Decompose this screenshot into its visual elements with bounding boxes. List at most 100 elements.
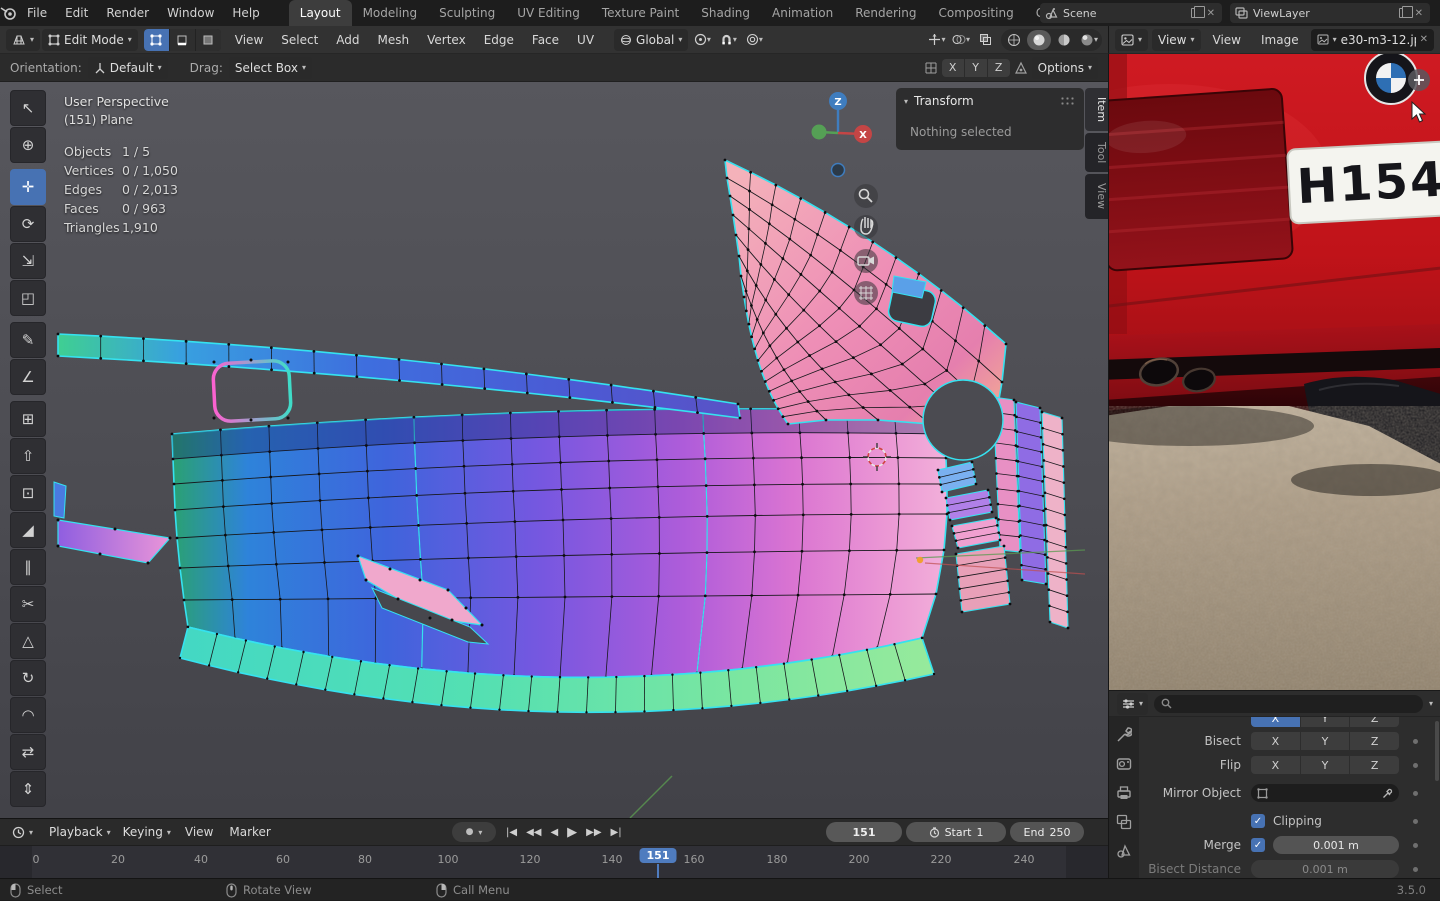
properties-search-field[interactable] bbox=[1154, 694, 1423, 713]
transform-panel-header[interactable]: ▾ Transform bbox=[896, 88, 1084, 114]
menu-help[interactable]: Help bbox=[223, 0, 268, 26]
playhead-badge[interactable]: 151 bbox=[639, 848, 677, 863]
tool-move[interactable]: ✛ bbox=[10, 169, 46, 205]
auto-keying-button[interactable]: ● ▾ bbox=[452, 822, 496, 842]
edge-select-button[interactable] bbox=[169, 28, 195, 51]
workspace-tab-compositing[interactable]: Compositing bbox=[927, 0, 1024, 26]
shading-material-button[interactable] bbox=[1052, 30, 1076, 50]
menu-edit[interactable]: Edit bbox=[56, 0, 97, 26]
image-menu-view[interactable]: View bbox=[1205, 26, 1249, 53]
prev-keyframe-button[interactable]: ◀◀ bbox=[526, 827, 541, 838]
workspace-tab-sculpting[interactable]: Sculpting bbox=[428, 0, 506, 26]
keying-menu[interactable]: Keying ▾ bbox=[117, 821, 177, 843]
properties-editor-type-button[interactable]: ▾ bbox=[1117, 692, 1149, 715]
bisect-y-toggle[interactable]: Y bbox=[1300, 732, 1350, 750]
flip-z-toggle[interactable]: Z bbox=[1350, 756, 1399, 774]
workspace-tab-uv-editing[interactable]: UV Editing bbox=[506, 0, 591, 26]
blender-logo-icon[interactable] bbox=[0, 5, 18, 21]
frame-end-field[interactable]: End 250 bbox=[1010, 822, 1084, 842]
scene-tab-icon[interactable] bbox=[1116, 843, 1132, 859]
image-display-mode-dropdown[interactable]: View ▾ bbox=[1152, 28, 1201, 51]
output-tab-icon[interactable] bbox=[1116, 785, 1132, 801]
jump-to-end-button[interactable]: ▶| bbox=[611, 827, 622, 838]
unlink-scene-icon[interactable]: ✕ bbox=[1205, 8, 1217, 19]
workspace-tab-shading[interactable]: Shading bbox=[690, 0, 761, 26]
snap-grid-icon[interactable] bbox=[924, 61, 938, 75]
menu-vertex[interactable]: Vertex bbox=[419, 26, 474, 54]
camera-view-button[interactable] bbox=[854, 249, 878, 273]
tool-select-box[interactable]: ↖ bbox=[10, 90, 46, 126]
bisect-x-toggle[interactable]: X bbox=[1251, 732, 1300, 750]
play-button[interactable]: ▶ bbox=[567, 825, 577, 840]
clipping-checkbox[interactable]: ✓ bbox=[1251, 814, 1265, 828]
shading-rendered-button[interactable]: ▾ bbox=[1077, 30, 1101, 50]
merge-animate-dot[interactable] bbox=[1413, 842, 1418, 848]
shading-wireframe-button[interactable] bbox=[1002, 30, 1026, 50]
tool-loop-cut[interactable]: ∥ bbox=[10, 549, 46, 585]
tool-add-cube[interactable]: ⊞ bbox=[10, 401, 46, 437]
mirror-y-toggle[interactable]: Y bbox=[964, 58, 987, 77]
drag-setting-dropdown[interactable]: Select Box ▾ bbox=[228, 56, 313, 79]
editor-type-button[interactable]: ▾ bbox=[6, 28, 41, 51]
image-datablock-field[interactable]: ▾ e30-m3-12.jpg ✕ bbox=[1310, 28, 1434, 51]
tool-spin[interactable]: ↻ bbox=[10, 660, 46, 696]
menu-render[interactable]: Render bbox=[97, 0, 158, 26]
flip-y-toggle[interactable]: Y bbox=[1300, 756, 1350, 774]
menu-window[interactable]: Window bbox=[158, 0, 223, 26]
orientation-setting-dropdown[interactable]: Default ▾ bbox=[87, 56, 168, 79]
scene-selector[interactable]: Scene ✕ bbox=[1040, 3, 1222, 23]
show-gizmo-dropdown[interactable]: ▾ bbox=[925, 29, 949, 51]
workspace-tab-modeling[interactable]: Modeling bbox=[352, 0, 429, 26]
tool-shrink-fatten[interactable]: ⇕ bbox=[10, 771, 46, 807]
menu-add[interactable]: Add bbox=[328, 26, 367, 54]
tool-tab-icon[interactable] bbox=[1116, 727, 1132, 743]
mode-dropdown[interactable]: Edit Mode ▾ bbox=[42, 28, 138, 51]
mirror-object-field[interactable] bbox=[1251, 784, 1399, 802]
tool-inset-faces[interactable]: ⊡ bbox=[10, 475, 46, 511]
workspace-tab-animation[interactable]: Animation bbox=[761, 0, 844, 26]
remove-viewlayer-icon[interactable]: ✕ bbox=[1413, 8, 1425, 19]
tool-smooth[interactable]: ◠ bbox=[10, 697, 46, 733]
unlink-image-icon[interactable]: ✕ bbox=[1420, 34, 1428, 45]
bisect-distance-field[interactable]: 0.001 m bbox=[1251, 860, 1399, 878]
snap-target-icon[interactable] bbox=[1014, 61, 1028, 75]
eyedropper-icon[interactable] bbox=[1382, 788, 1393, 799]
axis-y-toggle[interactable]: Y bbox=[1300, 717, 1350, 727]
tool-measure[interactable]: ∠ bbox=[10, 359, 46, 395]
current-frame-field[interactable]: 151 bbox=[826, 822, 902, 842]
transform-orientation-dropdown[interactable]: Global ▾ bbox=[614, 28, 689, 51]
ortho-toggle-button[interactable] bbox=[854, 281, 878, 305]
tool-bevel[interactable]: ◢ bbox=[10, 512, 46, 548]
frame-start-field[interactable]: Start 1 bbox=[906, 822, 1006, 842]
tool-knife[interactable]: ✂ bbox=[10, 586, 46, 622]
sidebar-tab-item[interactable]: Item bbox=[1085, 88, 1108, 132]
menu-edge[interactable]: Edge bbox=[476, 26, 522, 54]
overlays-dropdown[interactable]: ▾ bbox=[949, 29, 973, 51]
axis-z-toggle[interactable]: Z bbox=[1350, 717, 1399, 727]
new-viewlayer-icon[interactable] bbox=[1398, 6, 1413, 18]
menu-uv[interactable]: UV bbox=[569, 26, 602, 54]
sidebar-tab-view[interactable]: View bbox=[1085, 174, 1108, 219]
image-menu-image[interactable]: Image bbox=[1253, 26, 1307, 53]
axis-gizmo[interactable]: Z X bbox=[811, 92, 873, 178]
jump-to-start-button[interactable]: |◀ bbox=[506, 827, 517, 838]
mirror-x-toggle[interactable]: X bbox=[941, 58, 964, 77]
mirror-z-toggle[interactable]: Z bbox=[987, 58, 1010, 77]
viewlayer-selector[interactable]: ViewLayer ✕ bbox=[1230, 3, 1430, 23]
tool-rotate[interactable]: ⟳ bbox=[10, 206, 46, 242]
timeline-marker-menu[interactable]: Marker bbox=[221, 818, 278, 846]
tool-extrude-region[interactable]: ⇧ bbox=[10, 438, 46, 474]
workspace-tab-texture-paint[interactable]: Texture Paint bbox=[591, 0, 690, 26]
timeline-editor-type-button[interactable]: ▾ bbox=[6, 821, 40, 843]
face-select-button[interactable] bbox=[195, 28, 221, 51]
menu-view[interactable]: View bbox=[227, 26, 271, 54]
menu-face[interactable]: Face bbox=[524, 26, 567, 54]
workspace-tab-rendering[interactable]: Rendering bbox=[844, 0, 927, 26]
tool-annotate[interactable]: ✎ bbox=[10, 322, 46, 358]
viewlayer-tab-icon[interactable] bbox=[1116, 814, 1132, 830]
timeline-view-menu[interactable]: View bbox=[177, 818, 221, 846]
next-keyframe-button[interactable]: ▶▶ bbox=[586, 827, 601, 838]
tool-cursor[interactable]: ⊕ bbox=[10, 127, 46, 163]
flip-animate-dot[interactable] bbox=[1413, 762, 1418, 768]
tool-scale[interactable]: ⇲ bbox=[10, 243, 46, 279]
